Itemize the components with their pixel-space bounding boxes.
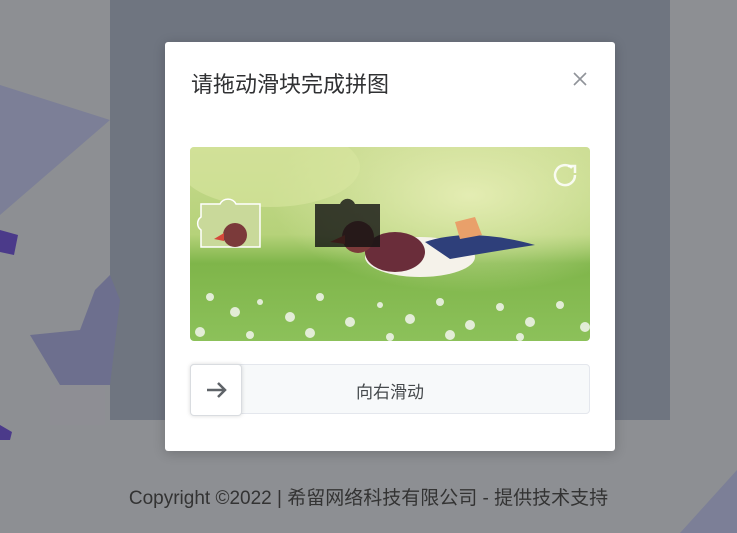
puzzle-image (190, 147, 590, 341)
captcha-dialog: 请拖动滑块完成拼图 向右滑动 (165, 42, 615, 451)
slider-handle[interactable] (190, 364, 242, 416)
refresh-icon[interactable] (550, 159, 580, 189)
footer-copyright: Copyright ©2022 | 希留网络科技有限公司 - 提供技术支持 (128, 488, 609, 509)
puzzle-background-image (190, 147, 590, 341)
slider-track[interactable]: 向右滑动 (190, 364, 590, 416)
arrow-right-icon (207, 382, 227, 398)
close-icon[interactable] (571, 70, 589, 88)
slider-hint: 向右滑动 (356, 383, 424, 403)
dialog-title: 请拖动滑块完成拼图 (191, 73, 390, 98)
